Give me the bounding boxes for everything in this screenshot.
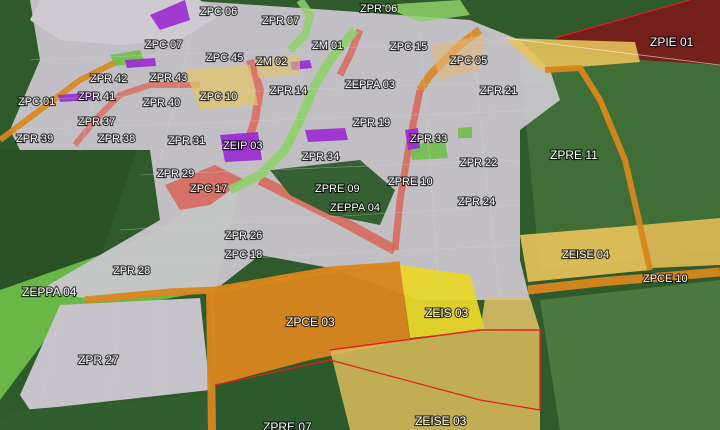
label-zeis-03[interactable]: ZEIS 03 (424, 305, 470, 321)
label-zeip-03[interactable]: ZEIP 03 (222, 139, 264, 153)
label-zpr-14[interactable]: ZPR 14 (269, 84, 308, 98)
label-zpr-29[interactable]: ZPR 29 (156, 167, 195, 181)
label-zpr-41[interactable]: ZPR 41 (77, 90, 116, 104)
label-zpr-21[interactable]: ZPR 21 (479, 84, 518, 98)
label-zpr-34[interactable]: ZPR 34 (301, 150, 340, 164)
label-zeise-04[interactable]: ZEISE 04 (561, 248, 610, 262)
label-zm-01[interactable]: ZM 01 (311, 39, 344, 53)
purple-patch-zpr19 (305, 128, 348, 142)
zoning-map[interactable]: ZPC 06 ZPR 07 ZPR 06 ZPC 07 ZPC 45 ZM 01… (0, 0, 720, 430)
label-zeise-03[interactable]: ZEISE 03 (414, 413, 468, 429)
label-zpr-07[interactable]: ZPR 07 (261, 14, 300, 28)
label-zpr-24[interactable]: ZPR 24 (457, 195, 496, 209)
label-zpc-18[interactable]: ZPC 18 (224, 248, 263, 262)
label-zpr-43[interactable]: ZPR 43 (149, 71, 188, 85)
label-zpr-42[interactable]: ZPR 42 (89, 72, 128, 86)
label-zpr-38[interactable]: ZPR 38 (97, 132, 136, 146)
label-zpre-09[interactable]: ZPRE 09 (314, 182, 361, 196)
label-zpc-01[interactable]: ZPC 01 (17, 95, 56, 109)
label-zpr-39[interactable]: ZPR 39 (15, 132, 54, 146)
label-zpr-28[interactable]: ZPR 28 (112, 264, 151, 278)
label-zpr-26[interactable]: ZPR 26 (224, 229, 263, 243)
label-zeppa-04-west[interactable]: ZEPPA 04 (21, 284, 78, 300)
label-zpc-15[interactable]: ZPC 15 (389, 40, 428, 54)
label-zpr-19[interactable]: ZPR 19 (352, 116, 391, 130)
label-zpr-06[interactable]: ZPR 06 (359, 2, 398, 16)
label-zpc-10[interactable]: ZPC 10 (199, 90, 238, 104)
label-zpre-11[interactable]: ZPRE 11 (549, 147, 599, 163)
label-zpr-31[interactable]: ZPR 31 (167, 134, 206, 148)
label-zpr-37[interactable]: ZPR 37 (77, 115, 116, 129)
label-zpre-07[interactable]: ZPRE 07 (262, 419, 313, 430)
label-zpr-40[interactable]: ZPR 40 (142, 96, 181, 110)
label-zpc-45[interactable]: ZPC 45 (205, 51, 244, 65)
farmland-patch-lower-right (540, 280, 720, 430)
label-zpc-06[interactable]: ZPC 06 (199, 5, 238, 19)
label-zpr-27[interactable]: ZPR 27 (77, 352, 120, 368)
label-zpie-01[interactable]: ZPIE 01 (649, 34, 695, 50)
zone-zeise-04-east[interactable] (640, 218, 720, 268)
label-zpc-17[interactable]: ZPC 17 (189, 182, 228, 196)
label-zm-02[interactable]: ZM 02 (255, 55, 288, 69)
zone-zeise-03-east (480, 298, 540, 332)
label-zpre-10[interactable]: ZPRE 10 (387, 175, 434, 189)
label-zpc-05[interactable]: ZPC 05 (449, 54, 488, 68)
label-zpce-10[interactable]: ZPCE 10 (642, 272, 689, 286)
green-patch-east (458, 127, 472, 138)
label-zpr-33[interactable]: ZPR 33 (409, 132, 448, 146)
orange-corridor-south (206, 289, 216, 430)
label-zeppa-04-center[interactable]: ZEPPA 04 (329, 201, 381, 215)
label-zpc-07[interactable]: ZPC 07 (144, 38, 183, 52)
label-zpce-03[interactable]: ZPCE 03 (285, 314, 336, 330)
label-zpr-22[interactable]: ZPR 22 (459, 156, 498, 170)
label-zeppa-03[interactable]: ZEPPA 03 (344, 78, 396, 92)
map-canvas[interactable]: ZPC 06 ZPR 07 ZPR 06 ZPC 07 ZPC 45 ZM 01… (0, 0, 720, 430)
